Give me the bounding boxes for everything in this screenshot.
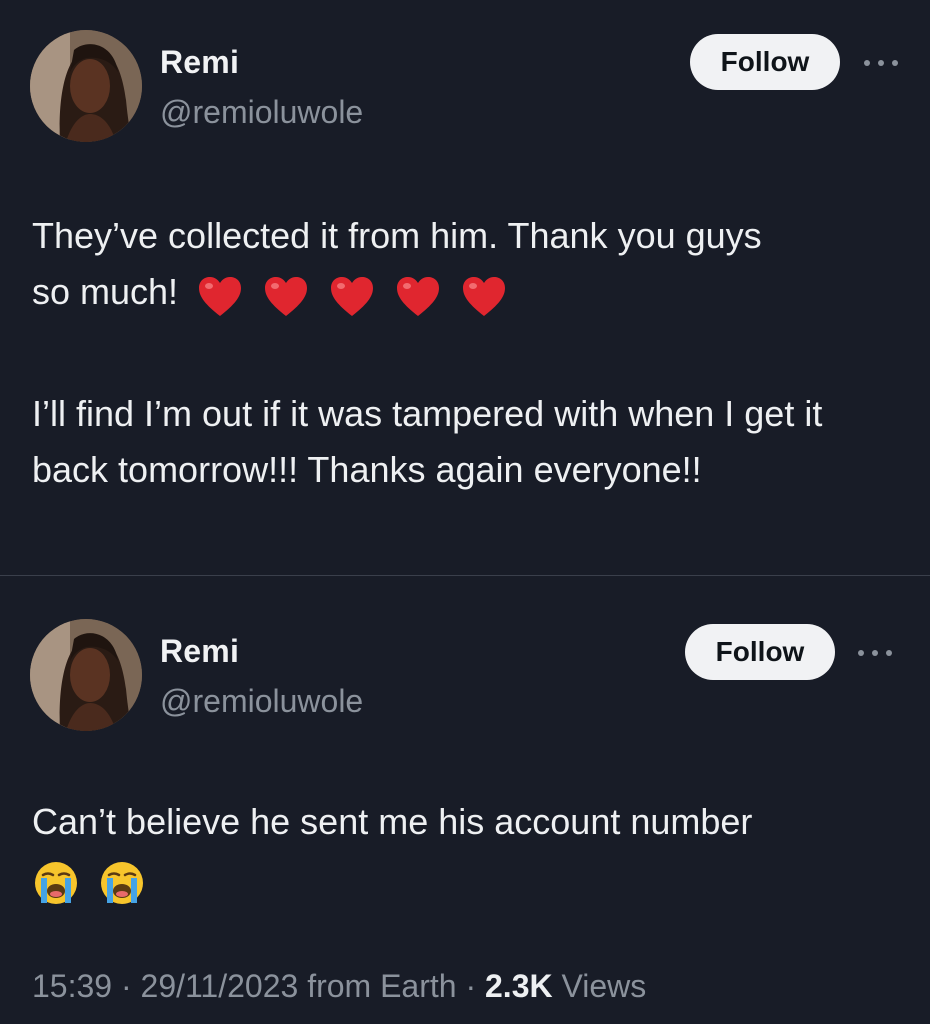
tweet-date[interactable]: 29/11/2023 [141,968,299,1004]
tweet-1: Remi @remioluwole Follow They’ve collect… [0,0,930,576]
tweet-2: Remi @remioluwole Follow Can’t believe h… [0,577,930,1024]
tweet-source: from Earth [307,968,457,1004]
tweet-text-line1: They’ve collected it from him. Thank you… [32,215,762,256]
separator-dot: · [120,968,132,1004]
tweet-text-paragraph-2: I’ll find I’m out if it was tampered wit… [32,393,823,490]
follow-button[interactable]: Follow [690,34,840,90]
more-horizontal-icon[interactable] [864,58,898,68]
tweet-text: They’ve collected it from him. Thank you… [32,208,902,322]
views-count[interactable]: 2.3K [485,968,553,1004]
red-heart-icon [463,276,506,316]
loudly-crying-face-icon [101,861,144,904]
author-name[interactable]: Remi [160,633,239,670]
tweet-text: Can’t believe he sent me his account num… [32,794,902,908]
follow-button[interactable]: Follow [685,624,835,680]
emoji-row [196,266,516,322]
tweet-text-line2: so much! [32,271,179,312]
tweet-meta: 15:39 · 29/11/2023 from Earth · 2.3K Vie… [32,968,646,1005]
loudly-crying-face-icon [35,861,77,904]
author-handle[interactable]: @remioluwole [160,683,363,720]
more-horizontal-icon[interactable] [858,648,892,658]
author-name[interactable]: Remi [160,44,239,81]
avatar[interactable] [30,30,142,142]
emoji-row [32,852,154,908]
red-heart-icon [265,276,308,316]
avatar[interactable] [30,619,142,731]
red-heart-icon [331,276,374,316]
author-handle[interactable]: @remioluwole [160,94,363,131]
tweet-time[interactable]: 15:39 [32,968,112,1004]
red-heart-icon [199,276,242,316]
red-heart-icon [397,276,440,316]
tweet-text-line1: Can’t believe he sent me his account num… [32,801,753,842]
divider [0,575,930,576]
views-label[interactable]: Views [561,968,646,1004]
separator-dot: · [465,968,477,1004]
